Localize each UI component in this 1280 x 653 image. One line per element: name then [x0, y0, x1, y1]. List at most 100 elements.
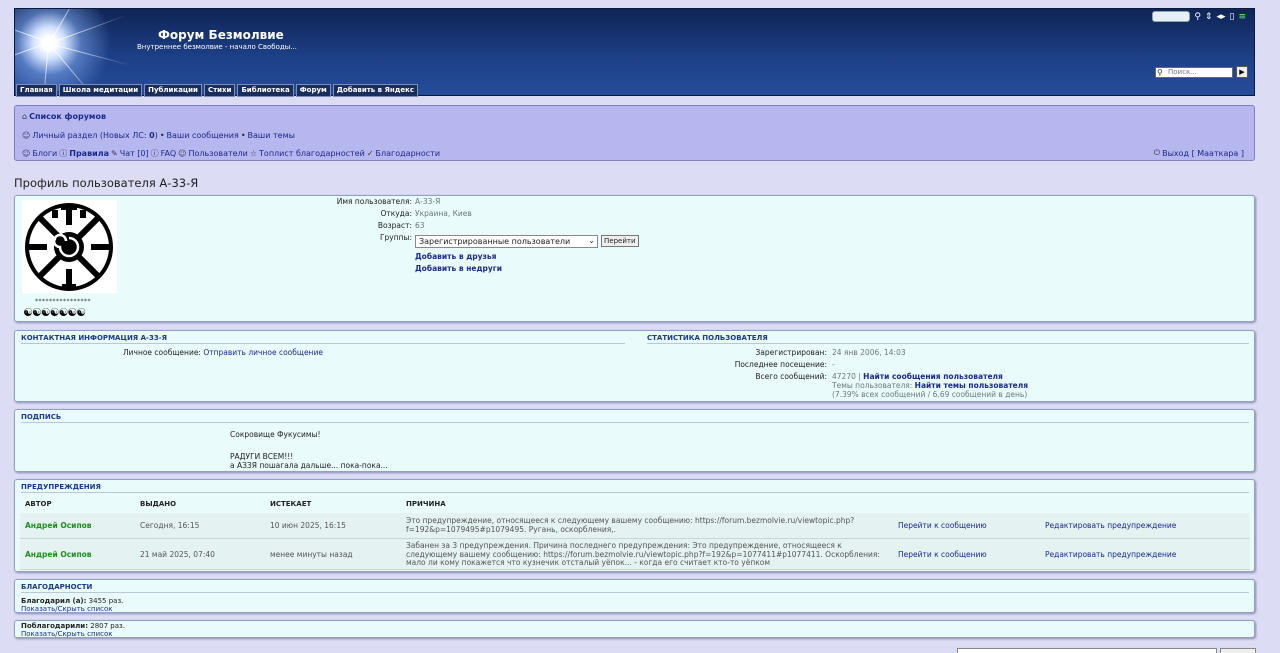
- thanks-given-row: Благодарил (а): 3455 раз.: [21, 597, 124, 605]
- your-posts-link[interactable]: Ваши сообщения: [167, 131, 239, 140]
- send-pm-link[interactable]: Отправить личное сообщение: [203, 348, 323, 357]
- rules-icon: ⓘ: [59, 149, 68, 158]
- warning-reason: Это предупреждение, относящееся к следую…: [406, 516, 855, 534]
- site-title[interactable]: Форум Безмолвие: [158, 28, 284, 42]
- nav-item-home[interactable]: Главная: [16, 84, 57, 97]
- last-visit-label: Последнее посещение:: [734, 360, 827, 369]
- nav-item-library[interactable]: Библиотека: [237, 84, 294, 97]
- col-reason: Причина: [406, 500, 446, 508]
- find-topics-link[interactable]: Найти темы пользователя: [915, 381, 1028, 390]
- faq-link[interactable]: FAQ: [161, 149, 177, 158]
- add-friend-link[interactable]: Добавить в друзья: [415, 252, 496, 261]
- avatar: [22, 200, 117, 293]
- updown-icon[interactable]: ⇕: [1205, 12, 1213, 22]
- total-posts-row: 47270 | Найти сообщения пользователя: [832, 372, 1003, 381]
- profile-field-groups-label: Группы:: [379, 233, 412, 242]
- blogs-icon: ☺: [22, 149, 31, 158]
- profile-field-username: Имя пользователя: А-33-Я: [336, 197, 441, 206]
- notification-pill[interactable]: [1152, 11, 1191, 22]
- chat-link[interactable]: Чат [0]: [120, 149, 149, 158]
- thanks-link[interactable]: Благодарности: [376, 149, 441, 158]
- thanks-panel: Благодарности Благодарил (а): 3455 раз. …: [14, 579, 1255, 613]
- bullet: •: [240, 131, 246, 140]
- add-foe-link[interactable]: Добавить в недруги: [415, 264, 502, 273]
- warning-expires: 10 июн 2025, 16:15: [270, 521, 346, 530]
- edit-warning-link[interactable]: Редактировать предупреждение: [1045, 550, 1176, 559]
- users-icon: ☺: [22, 131, 31, 140]
- registered-label: Зарегистрирован:: [755, 348, 827, 357]
- menu-icon[interactable]: ≡: [1238, 12, 1246, 22]
- thanks-received-panel: Поблагодарили: 2807 раз. Показать/Скрыть…: [14, 620, 1255, 638]
- logout-icon: ⏻: [1153, 148, 1161, 157]
- personal-section-link[interactable]: Личный раздел (Новых ЛС: 0): [32, 131, 157, 140]
- forum-list-link[interactable]: Список форумов: [29, 112, 106, 121]
- col-author: Автор: [25, 500, 52, 508]
- thanks-received-row: Поблагодарили: 2807 раз.: [21, 622, 125, 630]
- search-icon[interactable]: ⚲: [1194, 12, 1201, 22]
- signature-title: Подпись: [21, 413, 62, 421]
- table-row: Андрей Осипов Сегодня, 16:15 10 июн 2025…: [20, 513, 1250, 539]
- find-posts-link[interactable]: Найти сообщения пользователя: [863, 372, 1003, 381]
- groups-go-button[interactable]: Перейти: [601, 235, 639, 247]
- search-input[interactable]: [1155, 66, 1233, 78]
- warning-author[interactable]: Андрей Осипов: [25, 550, 92, 559]
- home-icon: ⌂: [22, 112, 28, 121]
- toplist-link[interactable]: Топлист благодарностей: [259, 149, 365, 158]
- site-description: Внутреннее безмолвие - начало Свободы...: [137, 43, 297, 51]
- posts-share: (7.39% всех сообщений / 6.69 сообщений в…: [832, 390, 1028, 399]
- search-submit-button[interactable]: ▶: [1236, 66, 1248, 78]
- members-link[interactable]: Пользователи: [188, 149, 247, 158]
- thanks-received-toggle[interactable]: Показать/Скрыть список: [21, 630, 113, 638]
- chevron-down-icon: ⌄: [588, 236, 595, 245]
- goto-post-link[interactable]: Перейти к сообщению: [898, 521, 987, 530]
- profile-field-location: Откуда: Украина, Киев: [380, 209, 472, 218]
- rules-link[interactable]: Правила: [69, 149, 109, 158]
- warning-author[interactable]: Андрей Осипов: [25, 521, 92, 530]
- contact-stats-panel: Контактная информация А-33-Я Статистика …: [14, 330, 1255, 402]
- warning-issued: Сегодня, 16:15: [140, 521, 200, 530]
- sun-logo-image: [15, 9, 155, 91]
- thumbs-up-icon: ✓: [366, 149, 374, 158]
- site-header: Форум Безмолвие Внутреннее безмолвие - н…: [14, 8, 1255, 97]
- your-topics-link[interactable]: Ваши темы: [248, 131, 295, 140]
- warning-issued: 21 май 2025, 07:40: [140, 550, 215, 559]
- groups-select[interactable]: Зарегистрированные пользователи ⌄: [415, 235, 598, 248]
- faq-icon: ⓘ: [150, 149, 159, 158]
- contact-title: Контактная информация А-33-Я: [21, 334, 167, 342]
- nav-item-yandex[interactable]: Добавить в Яндекс: [332, 84, 419, 97]
- blogs-link[interactable]: Блоги: [32, 149, 57, 158]
- warnings-title: Предупреждения: [21, 483, 101, 491]
- resize-icon[interactable]: ◂▸: [1216, 12, 1225, 22]
- star-icon: ☆: [249, 149, 258, 158]
- table-row: Андрей Осипов 21 май 2025, 07:40 менее м…: [20, 539, 1250, 570]
- avatar-rank-stars: ****************: [35, 298, 91, 305]
- warning-expires: менее минуты назад: [270, 550, 353, 559]
- profile-panel: **************** ☯☯☯☯☯☯☯ Имя пользовател…: [14, 195, 1255, 322]
- members-icon: ☺: [178, 149, 187, 158]
- bullet: •: [159, 131, 165, 140]
- nav-item-publications[interactable]: Публикации: [144, 84, 202, 97]
- main-nav: Главная Школа медитации Публикации Стихи…: [16, 84, 419, 97]
- logout-link[interactable]: Выход [ Мааткара ]: [1162, 149, 1244, 158]
- total-posts-label: Всего сообщений:: [755, 372, 827, 381]
- col-expires: Истекает: [270, 500, 312, 508]
- top-toolbar: ⚲ ⇕ ◂▸ ▯ ≡: [1152, 11, 1246, 22]
- page-title: Профиль пользователя А-33-Я: [14, 176, 199, 190]
- stats-title: Статистика пользователя: [647, 334, 768, 342]
- warning-reason: Забанен за 3 предупреждения. Причина пос…: [406, 541, 880, 567]
- registered-value: 24 янв 2006, 14:03: [832, 348, 906, 357]
- search-box: ⚲ ▶: [1155, 66, 1248, 78]
- thanks-given-toggle[interactable]: Показать/Скрыть список: [21, 605, 113, 613]
- nav-item-school[interactable]: Школа медитации: [58, 84, 143, 97]
- edit-warning-link[interactable]: Редактировать предупреждение: [1045, 521, 1176, 530]
- last-visit-value: -: [832, 360, 835, 369]
- nav-item-forum[interactable]: Форум: [295, 84, 331, 97]
- thanks-title: Благодарности: [21, 583, 93, 591]
- goto-post-link[interactable]: Перейти к сообщению: [898, 550, 987, 559]
- col-issued: Выдано: [140, 500, 177, 508]
- nav-item-poems[interactable]: Стихи: [203, 84, 236, 97]
- topics-row: Темы пользователя: Найти темы пользовате…: [832, 381, 1029, 390]
- chat-icon: ✎: [111, 149, 118, 158]
- signature-panel: Подпись Сокровище Фукусимы! РАДУГИ ВСЕМ!…: [14, 409, 1255, 472]
- mobile-icon[interactable]: ▯: [1230, 12, 1235, 22]
